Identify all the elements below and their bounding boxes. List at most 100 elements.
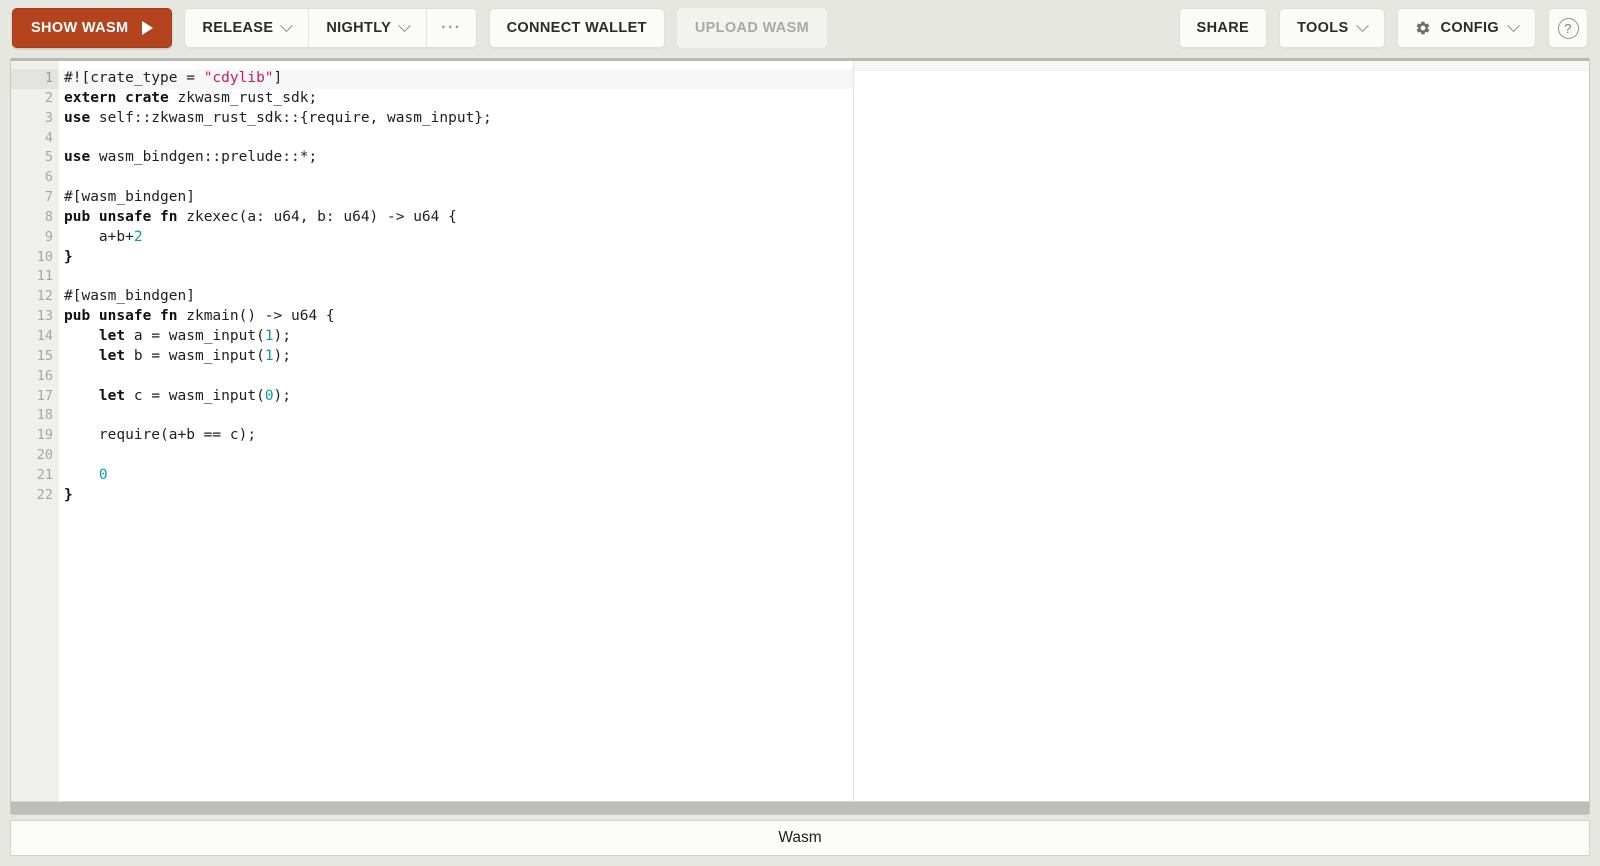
gutter-line-number[interactable]: 15 <box>11 347 58 367</box>
code-line[interactable]: let b = wasm_input(1); <box>59 347 853 367</box>
tools-label: TOOLS <box>1297 20 1349 36</box>
code-token: "cdylib" <box>203 70 274 86</box>
code-token: use <box>64 149 91 166</box>
upload-wasm-button[interactable]: UPLOAD WASM <box>676 8 828 48</box>
line-number-gutter: 1 2 3 4 5 6 7 8 9 10 11 12 13 14 15 16 17 18 19 20 21 22 <box>11 61 67 801</box>
code-line[interactable]: pub unsafe fn zkmain() -> u64 { <box>59 307 853 327</box>
connect-wallet-label: CONNECT WALLET <box>506 20 647 36</box>
code-token: extern crate <box>64 89 169 106</box>
gutter-line-number[interactable]: 13 <box>11 307 67 327</box>
gutter-line-number[interactable]: 7 <box>11 188 58 208</box>
release-dropdown[interactable]: RELEASE <box>185 9 308 47</box>
code-token: zkexec(a: u64, b: u64) -> u64 { <box>177 208 457 225</box>
tools-dropdown[interactable]: TOOLS <box>1279 8 1385 48</box>
config-dropdown[interactable]: CONFIG <box>1396 8 1536 48</box>
gutter-line-number[interactable]: 1 <box>11 69 58 89</box>
share-button[interactable]: SHARE <box>1178 8 1268 48</box>
code-line[interactable]: use wasm_bindgen::prelude::*; <box>59 148 853 168</box>
chevron-down-icon <box>1355 18 1369 32</box>
status-bar-label: Wasm <box>778 829 822 846</box>
code-line[interactable]: let c = wasm_input(0); <box>59 387 853 407</box>
code-editor-pane[interactable]: 1 2 3 4 5 6 7 8 9 10 11 12 13 14 15 16 17 18 19 20 21 22 #![c… <box>11 61 853 801</box>
code-token: c = wasm_input( <box>125 387 265 404</box>
share-label: SHARE <box>1196 20 1250 36</box>
code-token: 2 <box>133 228 143 245</box>
code-token: #[wasm_bindgen] <box>64 288 195 305</box>
gutter-line-number[interactable]: 21 <box>11 466 58 486</box>
code-token: ); <box>273 327 292 344</box>
code-line[interactable] <box>59 129 853 149</box>
code-line[interactable] <box>59 367 853 387</box>
gutter-line-number[interactable]: 10 <box>11 248 58 268</box>
code-line[interactable]: let a = wasm_input(1); <box>59 327 853 347</box>
more-options-button[interactable]: ··· <box>426 9 475 47</box>
gutter-line-number[interactable]: 16 <box>11 367 58 387</box>
gutter-line-number[interactable]: 12 <box>11 287 58 307</box>
code-line[interactable]: a+b+2 <box>59 228 853 248</box>
gutter-line-number[interactable]: 6 <box>11 168 58 188</box>
show-wasm-button[interactable]: SHOW WASM <box>12 8 173 48</box>
code-line[interactable]: 0 <box>59 466 853 486</box>
code-token: } <box>64 486 73 503</box>
code-token: self::zkwasm_rust_sdk::{require, wasm_in… <box>90 109 492 126</box>
code-token: ); <box>273 387 292 404</box>
code-line[interactable]: use self::zkwasm_rust_sdk::{require, was… <box>59 109 853 129</box>
code-line[interactable]: } <box>59 248 853 268</box>
gutter-line-number[interactable]: 22 <box>11 486 58 506</box>
output-pane[interactable] <box>854 61 1589 801</box>
gutter-line-number[interactable]: 8 <box>11 208 67 228</box>
output-pane-header <box>854 61 1589 71</box>
code-line[interactable]: extern crate zkwasm_rust_sdk; <box>59 89 853 109</box>
code-token: #[wasm_bindgen] <box>64 189 195 206</box>
code-line[interactable] <box>59 406 853 426</box>
gutter-line-number[interactable]: 11 <box>11 267 58 287</box>
code-line[interactable] <box>59 267 853 287</box>
code-line[interactable]: #![crate_type = "cdylib"] <box>59 69 853 89</box>
editor-shell: 1 2 3 4 5 6 7 8 9 10 11 12 13 14 15 16 17 18 19 20 21 22 #![c… <box>10 58 1590 815</box>
upload-wasm-label: UPLOAD WASM <box>694 20 810 36</box>
code-line[interactable]: #[wasm_bindgen] <box>59 188 853 208</box>
code-token: wasm_bindgen::prelude::*; <box>90 149 318 166</box>
code-line[interactable]: pub unsafe fn zkexec(a: u64, b: u64) -> … <box>59 208 853 228</box>
gutter-line-number[interactable]: 14 <box>11 327 58 347</box>
connect-wallet-button[interactable]: CONNECT WALLET <box>488 8 665 48</box>
gutter-line-number[interactable]: 4 <box>11 129 58 149</box>
status-bar[interactable]: Wasm <box>10 820 1590 856</box>
code-line[interactable]: #[wasm_bindgen] <box>59 287 853 307</box>
code-token: 1 <box>264 347 274 364</box>
gutter-line-number[interactable]: 19 <box>11 426 58 446</box>
code-token: ); <box>273 347 292 364</box>
code-token: 0 <box>98 466 108 483</box>
horizontal-scrollbar[interactable] <box>11 801 1589 814</box>
code-token: require(a+b == c); <box>64 427 257 444</box>
code-token: let <box>98 387 126 404</box>
release-label: RELEASE <box>202 20 274 36</box>
help-button[interactable]: ? <box>1548 8 1588 48</box>
gutter-line-number[interactable]: 20 <box>11 446 58 466</box>
gutter-line-number[interactable]: 2 <box>11 89 58 109</box>
chevron-down-icon <box>280 18 294 32</box>
toolbar-right-group: SHARE TOOLS CONFIG ? <box>1178 8 1588 48</box>
chevron-down-icon <box>398 18 411 32</box>
gutter-line-number[interactable]: 18 <box>11 406 58 426</box>
gutter-line-number[interactable]: 17 <box>11 387 58 407</box>
code-token: } <box>64 248 73 265</box>
code-line[interactable] <box>59 446 853 466</box>
gutter-line-number[interactable]: 5 <box>11 148 58 168</box>
gutter-line-number[interactable]: 3 <box>11 109 58 129</box>
gutter-line-number[interactable]: 9 <box>11 228 58 248</box>
code-token: 0 <box>264 387 274 404</box>
nightly-dropdown[interactable]: NIGHTLY <box>308 9 426 47</box>
code-content-area[interactable]: #![crate_type = "cdylib"] extern crate zk… <box>59 61 853 801</box>
code-line[interactable]: } <box>59 486 853 506</box>
chevron-down-icon <box>1507 18 1520 32</box>
split-panes: 1 2 3 4 5 6 7 8 9 10 11 12 13 14 15 16 17 18 19 20 21 22 #![c… <box>11 61 1589 801</box>
code-token: 1 <box>264 327 274 344</box>
code-line[interactable]: require(a+b == c); <box>59 426 853 446</box>
code-token: pub unsafe fn <box>64 308 178 325</box>
gear-icon <box>1415 20 1431 36</box>
code-token: pub unsafe fn <box>64 208 178 225</box>
code-line[interactable] <box>59 168 853 188</box>
